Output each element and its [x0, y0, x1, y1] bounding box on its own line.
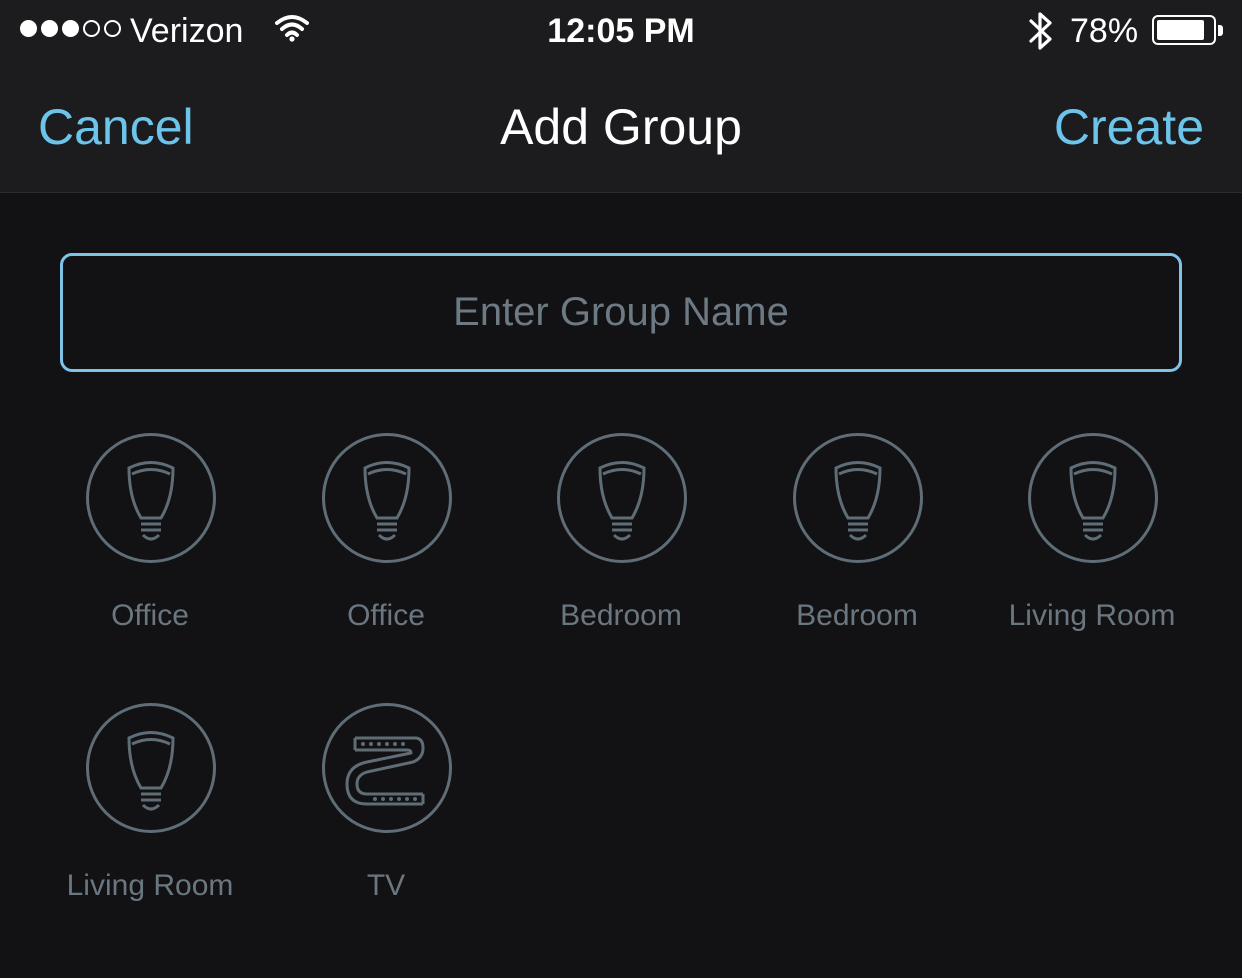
- bulb-icon: [322, 433, 452, 563]
- light-label: TV: [366, 869, 406, 902]
- bulb-icon: [86, 703, 216, 833]
- status-bar: Verizon 12:05 PM 78%: [0, 0, 1242, 64]
- bluetooth-icon: [1026, 10, 1056, 57]
- battery-level: [1157, 20, 1204, 40]
- bulb-icon: [86, 433, 216, 563]
- bulb-icon: [793, 433, 923, 563]
- bulb-icon: [1028, 433, 1158, 563]
- light-label: Bedroom: [796, 599, 918, 632]
- create-button[interactable]: Create: [1054, 98, 1204, 156]
- bulb-icon: [557, 433, 687, 563]
- battery-icon: [1152, 15, 1216, 45]
- lightstrip-icon: [322, 703, 452, 833]
- battery-percent: 78%: [1070, 12, 1139, 50]
- light-label: Living Room: [1008, 599, 1176, 632]
- light-label: Bedroom: [560, 599, 682, 632]
- light-label: Living Room: [66, 869, 234, 902]
- group-name-input[interactable]: [60, 253, 1182, 372]
- light-label: Office: [347, 599, 425, 632]
- light-label: Office: [111, 599, 189, 632]
- top-bar: Verizon 12:05 PM 78% Cancel Add Group Cr…: [0, 0, 1242, 193]
- battery-tip: [1218, 25, 1223, 36]
